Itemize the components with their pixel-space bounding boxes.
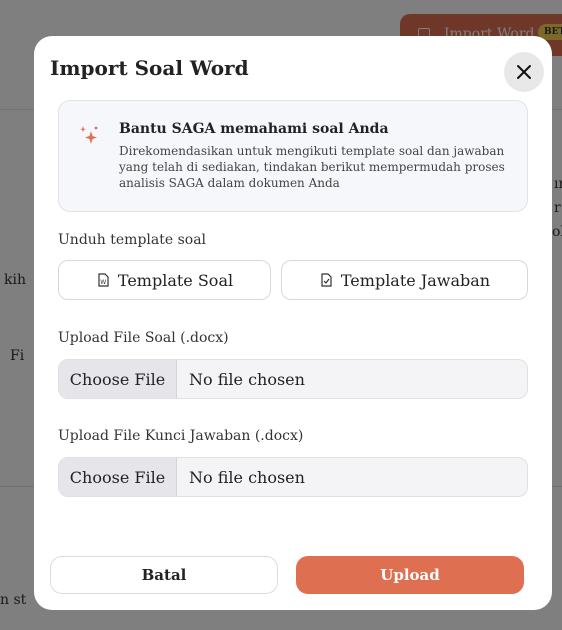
upload-kunci-file-input[interactable]: Choose File No file chosen — [58, 457, 528, 497]
file-status-soal: No file chosen — [189, 370, 305, 389]
dialog-title: Import Soal Word — [50, 56, 249, 80]
info-description: Direkomendasikan untuk mengikuti templat… — [119, 144, 505, 190]
import-soal-dialog: Import Soal Word Bantu SAGA memahami soa… — [34, 36, 552, 610]
word-doc-icon: W — [98, 273, 109, 287]
choose-file-soal-button[interactable]: Choose File — [59, 360, 177, 398]
template-jawaban-label: Template Jawaban — [340, 270, 491, 290]
info-title: Bantu SAGA memahami soal Anda — [119, 121, 389, 137]
template-soal-label: Template Soal — [117, 270, 234, 290]
upload-kunci-label: Upload File Kunci Jawaban (.docx) — [58, 428, 304, 444]
upload-button[interactable]: Upload — [296, 556, 524, 594]
sparkle-icon — [80, 126, 98, 144]
close-icon — [517, 65, 531, 79]
check-doc-icon — [321, 273, 332, 287]
svg-text:W: W — [100, 279, 106, 286]
file-status-kunci: No file chosen — [189, 468, 305, 487]
info-callout: Bantu SAGA memahami soal Anda Direkomend… — [58, 100, 528, 212]
close-button[interactable] — [504, 52, 544, 92]
template-jawaban-button[interactable]: Template Jawaban — [281, 260, 528, 300]
template-section-label: Unduh template soal — [58, 232, 207, 248]
upload-soal-file-input[interactable]: Choose File No file chosen — [58, 359, 528, 399]
template-soal-button[interactable]: W Template Soal — [58, 260, 271, 300]
choose-file-kunci-button[interactable]: Choose File — [59, 458, 177, 496]
cancel-button[interactable]: Batal — [50, 556, 278, 594]
upload-soal-label: Upload File Soal (.docx) — [58, 330, 229, 346]
